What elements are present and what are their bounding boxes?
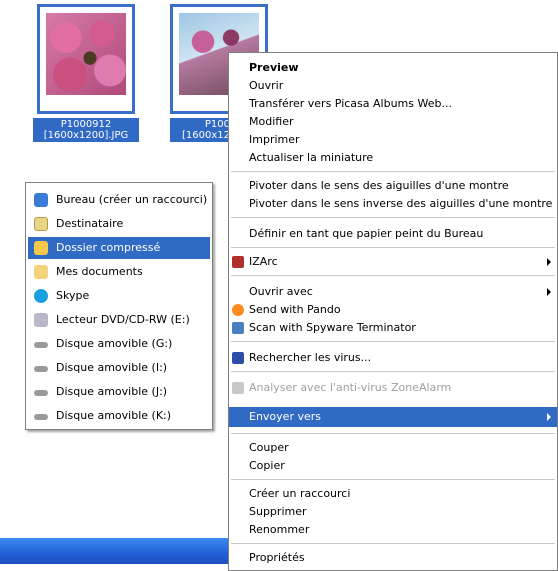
skype-icon [34, 289, 48, 303]
menu-item-couper[interactable]: Couper [229, 439, 557, 457]
menu-item-pivoter-antihoraire[interactable]: Pivoter dans le sens inverse des aiguill… [229, 195, 557, 213]
removable-drive-icon [34, 390, 48, 396]
menu-item-zonealarm: Analyser avec l'anti-virus ZoneAlarm [229, 379, 557, 397]
sendto-dvd[interactable]: Lecteur DVD/CD-RW (E:) [28, 309, 210, 331]
menu-item-picasa[interactable]: Transférer vers Picasa Albums Web... [229, 95, 557, 113]
izarc-icon [232, 256, 244, 268]
sendto-label: Disque amovible (G:) [56, 337, 173, 350]
menu-item-copier[interactable]: Copier [229, 457, 557, 475]
menu-item-proprietes[interactable]: Propriétés [229, 549, 557, 567]
sendto-label: Lecteur DVD/CD-RW (E:) [56, 313, 190, 326]
sendto-label: Skype [56, 289, 90, 302]
menu-separator [231, 247, 555, 248]
spyware-terminator-icon [232, 322, 244, 334]
submenu-arrow-icon [547, 288, 551, 296]
thumbnail-caption[interactable]: P1000912 [1600x1200].JPG [33, 118, 139, 142]
removable-drive-icon [34, 414, 48, 420]
menu-item-envoyer-vers[interactable]: Envoyer vers [229, 407, 557, 427]
menu-separator [231, 433, 555, 434]
taskbar [0, 538, 232, 564]
thumbnail-p1000912[interactable] [37, 4, 135, 114]
menu-separator [231, 341, 555, 342]
menu-separator [231, 543, 555, 544]
submenu-arrow-icon [547, 413, 551, 421]
context-menu: Preview Ouvrir Transférer vers Picasa Al… [228, 52, 558, 571]
sendto-skype[interactable]: Skype [28, 285, 210, 307]
sendto-label: Disque amovible (K:) [56, 409, 172, 422]
menu-item-preview[interactable]: Preview [229, 59, 557, 77]
menu-item-label: Send with Pando [249, 303, 341, 316]
menu-item-actualiser[interactable]: Actualiser la miniature [229, 149, 557, 167]
sendto-label: Dossier compressé [56, 241, 161, 254]
removable-drive-icon [34, 342, 48, 348]
sendto-label: Destinataire [56, 217, 124, 230]
documents-folder-icon [34, 265, 48, 279]
menu-separator [231, 171, 555, 172]
menu-item-papier-peint[interactable]: Définir en tant que papier peint du Bure… [229, 225, 557, 243]
caption-line2: [1600x12 [182, 130, 230, 141]
caption-line1: P1000912 [60, 119, 112, 130]
sendto-label: Disque amovible (J:) [56, 385, 168, 398]
sendto-dossier-compresse[interactable]: Dossier compressé [28, 237, 210, 259]
menu-item-label: Rechercher les virus... [249, 351, 372, 364]
sendto-label: Bureau (créer un raccourci) [56, 193, 208, 206]
sendto-mes-documents[interactable]: Mes documents [28, 261, 210, 283]
dvd-drive-icon [34, 313, 48, 327]
menu-item-raccourci[interactable]: Créer un raccourci [229, 485, 557, 503]
mail-recipient-icon [34, 217, 48, 231]
menu-separator [231, 275, 555, 276]
submenu-arrow-icon [547, 258, 551, 266]
zonealarm-icon [232, 382, 244, 394]
menu-item-label: Envoyer vers [249, 410, 321, 423]
sendto-destinataire[interactable]: Destinataire [28, 213, 210, 235]
thumbnail-caption[interactable]: P100 [1600x12 [170, 118, 232, 142]
menu-item-modifier[interactable]: Modifier [229, 113, 557, 131]
menu-separator [231, 371, 555, 372]
sendto-disque-i[interactable]: Disque amovible (I:) [28, 357, 210, 379]
sendto-disque-g[interactable]: Disque amovible (G:) [28, 333, 210, 355]
zip-folder-icon [34, 241, 48, 255]
caption-line1: P100 [204, 119, 230, 130]
sendto-label: Mes documents [56, 265, 143, 278]
menu-item-supprimer[interactable]: Supprimer [229, 503, 557, 521]
removable-drive-icon [34, 366, 48, 372]
menu-item-imprimer[interactable]: Imprimer [229, 131, 557, 149]
sendto-disque-j[interactable]: Disque amovible (J:) [28, 381, 210, 403]
menu-item-izarc[interactable]: IZArc [229, 253, 557, 271]
desktop-icon [34, 193, 48, 207]
send-to-submenu: Bureau (créer un raccourci) Destinataire… [25, 182, 213, 430]
menu-item-ouvrir[interactable]: Ouvrir [229, 77, 557, 95]
menu-item-pivoter-horaire[interactable]: Pivoter dans le sens des aiguilles d'une… [229, 177, 557, 195]
caption-line2: [1600x1200].JPG [43, 130, 129, 141]
sendto-bureau[interactable]: Bureau (créer un raccourci) [28, 189, 210, 211]
menu-separator [231, 479, 555, 480]
menu-item-virus[interactable]: Rechercher les virus... [229, 349, 557, 367]
menu-separator [231, 217, 555, 218]
menu-item-label: IZArc [249, 255, 278, 268]
menu-item-ouvrir-avec[interactable]: Ouvrir avec [229, 283, 557, 301]
shield-icon [232, 352, 244, 364]
sendto-disque-k[interactable]: Disque amovible (K:) [28, 405, 210, 427]
sendto-label: Disque amovible (I:) [56, 361, 168, 374]
menu-item-renommer[interactable]: Renommer [229, 521, 557, 539]
photo-image [46, 13, 126, 95]
menu-item-label: Ouvrir avec [249, 285, 313, 298]
menu-item-label: Analyser avec l'anti-virus ZoneAlarm [249, 381, 452, 394]
pando-icon [232, 304, 244, 316]
menu-item-pando[interactable]: Send with Pando [229, 301, 557, 319]
menu-item-label: Scan with Spyware Terminator [249, 321, 416, 334]
menu-item-spyware[interactable]: Scan with Spyware Terminator [229, 319, 557, 337]
